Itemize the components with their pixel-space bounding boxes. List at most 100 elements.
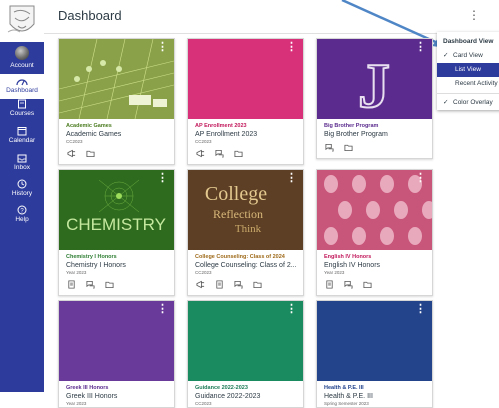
menu-item-recent-activity[interactable]: Recent Activity: [437, 77, 499, 91]
assignments-icon[interactable]: [325, 280, 334, 289]
card-nickname[interactable]: Guidance 2022-2023: [195, 384, 296, 392]
card-course-name: Academic Games: [66, 131, 122, 138]
card-hero-color[interactable]: ⋮: [317, 301, 432, 381]
nav-history-label: History: [11, 190, 33, 197]
assignments-icon[interactable]: [67, 280, 76, 289]
card-nickname[interactable]: English IV Honors: [324, 253, 425, 261]
letter-j-text: J: [358, 50, 390, 119]
card-nickname[interactable]: AP Enrollment 2023: [195, 122, 296, 130]
card-hero-color[interactable]: ⋮: [59, 301, 174, 381]
nav-dashboard[interactable]: Dashboard: [0, 74, 44, 99]
card-nickname[interactable]: Health & P.E. III: [324, 384, 425, 392]
nav-inbox-label: Inbox: [14, 164, 30, 171]
card-course-name: Big Brother Program: [324, 131, 388, 138]
card-hero-color[interactable]: ⋮: [188, 301, 303, 381]
files-folder-icon[interactable]: [86, 149, 95, 158]
discussions-icon[interactable]: [325, 143, 334, 152]
discussions-icon[interactable]: [234, 280, 243, 289]
nav-calendar[interactable]: Calendar: [0, 126, 44, 148]
course-card-chemistry[interactable]: CHEMISTRY ⋮ Chemistry I Honors Chemistry…: [58, 169, 175, 296]
menu-item-label: Color Overlay: [453, 99, 493, 106]
card-options-kebab-icon[interactable]: ⋮: [415, 173, 426, 184]
nav-courses-label: Courses: [9, 110, 35, 117]
card-options-kebab-icon[interactable]: ⋮: [415, 304, 426, 315]
files-folder-icon[interactable]: [253, 280, 262, 289]
discussions-icon[interactable]: [344, 280, 353, 289]
calendar-icon: [17, 127, 27, 136]
word-college: College: [205, 183, 267, 205]
course-card-english-iv[interactable]: ⋮ English IV Honors English IV Honors Ye…: [316, 169, 433, 296]
announcements-icon[interactable]: [196, 149, 205, 158]
help-icon: ?: [17, 205, 27, 215]
announcements-icon[interactable]: [67, 149, 76, 158]
announcements-icon[interactable]: [196, 280, 205, 289]
nav-inbox[interactable]: Inbox: [0, 153, 44, 175]
dashboard-view-menu: Dashboard View ✓ Card View List View Rece…: [437, 32, 499, 110]
card-nickname[interactable]: Big Brother Program: [324, 122, 425, 130]
card-options-kebab-icon[interactable]: ⋮: [157, 304, 168, 315]
dashboard-icon: [16, 79, 28, 86]
card-nickname[interactable]: Academic Games: [66, 122, 167, 130]
word-reflection: Reflection: [213, 207, 263, 221]
card-nickname[interactable]: Chemistry I Honors: [66, 253, 167, 261]
nav-calendar-label: Calendar: [8, 137, 36, 144]
files-folder-icon[interactable]: [234, 149, 243, 158]
files-folder-icon[interactable]: [105, 280, 114, 289]
inbox-icon: [17, 154, 27, 163]
school-crest-icon: [7, 5, 35, 33]
assignments-icon[interactable]: [215, 280, 224, 289]
card-options-kebab-icon[interactable]: ⋮: [286, 173, 297, 184]
checkmark-icon: ✓: [443, 52, 449, 59]
nav-account[interactable]: Account: [0, 43, 44, 73]
card-course-name: AP Enrollment 2023: [195, 131, 258, 138]
nav-help-label: Help: [15, 216, 29, 223]
course-card-big-brother[interactable]: J ⋮ Big Brother Program Big Brother Prog…: [316, 38, 433, 159]
avatar: [15, 46, 29, 60]
card-hero-image[interactable]: College Reflection Think ⋮: [188, 170, 303, 250]
card-hero-image[interactable]: ⋮: [59, 39, 174, 120]
discussions-icon[interactable]: [86, 280, 95, 289]
card-options-kebab-icon[interactable]: ⋮: [286, 304, 297, 315]
menu-item-label: Recent Activity: [455, 80, 498, 87]
card-hero-image[interactable]: J ⋮: [317, 39, 432, 122]
card-course-name: College Counseling: Class of 2...: [195, 262, 296, 269]
menu-divider: [437, 93, 499, 94]
card-hero-image[interactable]: CHEMISTRY ⋮: [59, 170, 174, 250]
nav-history[interactable]: History: [0, 179, 44, 201]
card-term: Year 2023: [66, 401, 87, 406]
nav-help[interactable]: ? Help: [0, 205, 44, 227]
course-card-academic-games[interactable]: ⋮ Academic Games Academic Games CC2023: [58, 38, 175, 165]
card-options-kebab-icon[interactable]: ⋮: [415, 42, 426, 53]
card-options-kebab-icon[interactable]: ⋮: [157, 173, 168, 184]
course-card-ap-enrollment[interactable]: ⋮ AP Enrollment 2023 AP Enrollment 2023 …: [187, 38, 304, 165]
menu-item-color-overlay[interactable]: ✓ Color Overlay: [437, 96, 499, 110]
card-term: CC2023: [195, 401, 212, 406]
card-term: Spring Semester 2023: [324, 401, 369, 406]
school-logo[interactable]: [0, 0, 44, 42]
card-course-name: Greek III Honors: [66, 393, 118, 400]
menu-item-list-view[interactable]: List View: [437, 63, 499, 77]
card-hero-image[interactable]: ⋮: [317, 170, 432, 250]
nav-courses[interactable]: Courses: [0, 99, 44, 121]
nav-account-label: Account: [10, 62, 34, 69]
checkmark-icon: ✓: [443, 99, 449, 106]
files-folder-icon[interactable]: [363, 280, 372, 289]
card-course-name: Guidance 2022-2023: [195, 393, 261, 400]
card-options-kebab-icon[interactable]: ⋮: [157, 42, 168, 53]
card-nickname[interactable]: College Counseling: Class of 2024: [195, 253, 296, 261]
menu-item-card-view[interactable]: ✓ Card View: [437, 49, 499, 63]
chemistry-word: CHEMISTRY: [66, 215, 166, 234]
card-nickname[interactable]: Greek III Honors: [66, 384, 167, 392]
nav-dashboard-label: Dashboard: [6, 87, 38, 94]
card-options-kebab-icon[interactable]: ⋮: [286, 42, 297, 53]
dashboard-options-kebab-icon[interactable]: ⋮: [468, 9, 480, 21]
card-course-name: English IV Honors: [324, 262, 381, 269]
course-card-college-counseling[interactable]: College Reflection Think ⋮ College Couns…: [187, 169, 304, 296]
files-folder-icon[interactable]: [344, 143, 353, 152]
global-nav: Account Dashboard Courses Calendar Inbox: [0, 0, 44, 392]
discussions-icon[interactable]: [215, 149, 224, 158]
page-title: Dashboard: [58, 8, 122, 23]
card-course-name: Chemistry I Honors: [66, 262, 126, 269]
card-hero-color[interactable]: ⋮: [188, 39, 303, 119]
card-course-name: Health & P.E. III: [324, 393, 373, 400]
